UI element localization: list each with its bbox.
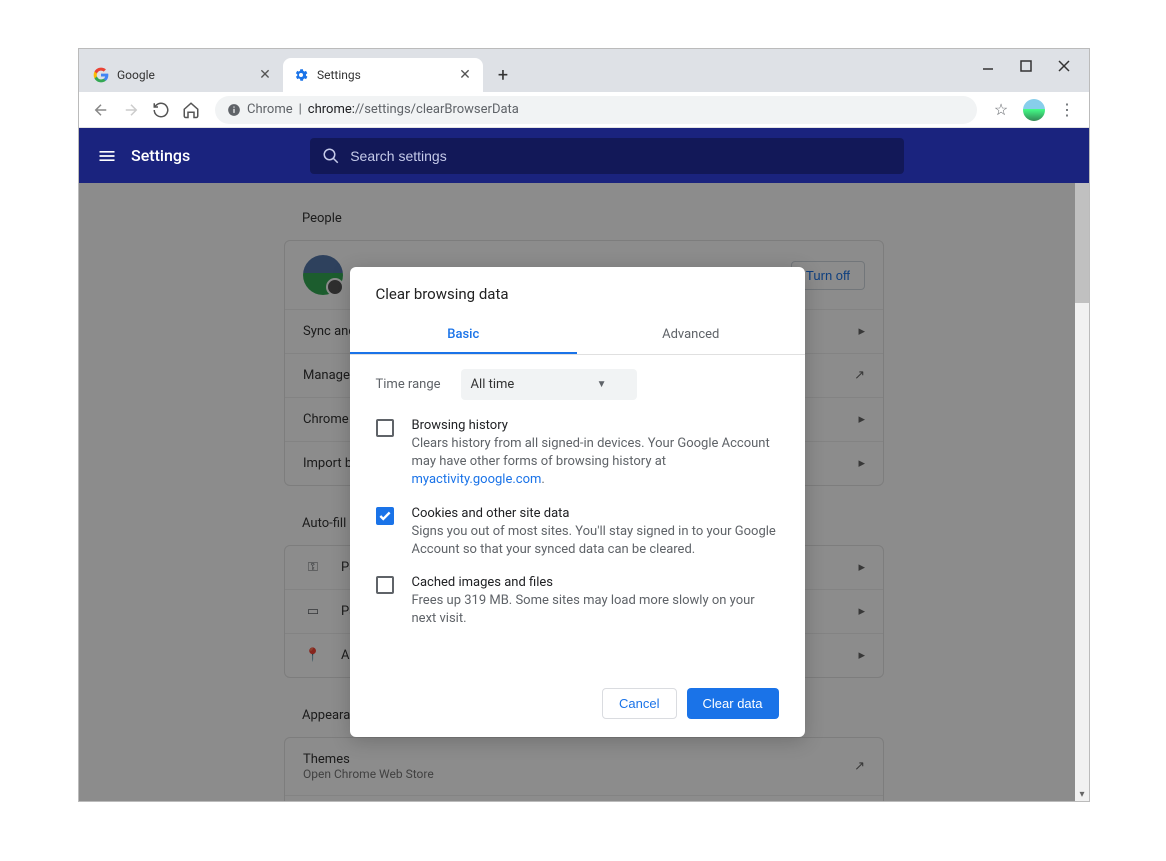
- search-settings[interactable]: [310, 138, 904, 174]
- option-cache[interactable]: Cached images and files Frees up 319 MB.…: [376, 575, 779, 628]
- myactivity-link[interactable]: myactivity.google.com: [412, 472, 542, 487]
- bookmark-button[interactable]: ☆: [989, 98, 1013, 122]
- dialog-actions: Cancel Clear data: [376, 688, 779, 719]
- clear-browsing-data-dialog: Clear browsing data Basic Advanced Time …: [350, 267, 805, 737]
- browser-window: Google ✕ Settings ✕ + Chrome | chrome://…: [78, 48, 1090, 802]
- time-range-row: Time range All time ▼: [376, 369, 779, 400]
- checkbox[interactable]: [376, 507, 394, 525]
- scroll-down-icon[interactable]: ▾: [1075, 787, 1089, 801]
- time-range-label: Time range: [376, 377, 441, 392]
- google-favicon-icon: [93, 67, 109, 83]
- option-title: Cached images and files: [412, 575, 779, 590]
- scrollbar[interactable]: ▾: [1075, 183, 1089, 801]
- url-scheme: Chrome: [247, 102, 293, 117]
- page-content: Settings People David Gwyer Turn off Syn…: [79, 128, 1089, 801]
- settings-header: Settings: [79, 128, 1089, 183]
- menu-icon[interactable]: [97, 146, 117, 166]
- menu-button[interactable]: ⋮: [1055, 98, 1079, 122]
- site-info-icon[interactable]: [227, 103, 241, 117]
- minimize-button[interactable]: [979, 57, 997, 75]
- back-button[interactable]: [89, 98, 113, 122]
- close-icon[interactable]: ✕: [257, 67, 273, 83]
- option-cookies[interactable]: Cookies and other site data Signs you ou…: [376, 506, 779, 559]
- modal-overlay: Clear browsing data Basic Advanced Time …: [79, 183, 1075, 801]
- cancel-button[interactable]: Cancel: [602, 688, 676, 719]
- new-tab-button[interactable]: +: [489, 61, 517, 89]
- gear-icon: [293, 67, 309, 83]
- close-icon[interactable]: ✕: [457, 67, 473, 83]
- clear-data-button[interactable]: Clear data: [687, 688, 779, 719]
- option-browsing-history[interactable]: Browsing history Clears history from all…: [376, 418, 779, 490]
- window-controls: [963, 49, 1089, 83]
- address-bar[interactable]: Chrome | chrome://settings/clearBrowserD…: [215, 96, 977, 124]
- close-window-button[interactable]: [1055, 57, 1073, 75]
- option-desc: Frees up 319 MB. Some sites may load mor…: [412, 592, 779, 628]
- option-title: Cookies and other site data: [412, 506, 779, 521]
- option-desc: Clears history from all signed-in device…: [412, 435, 779, 490]
- option-desc: Signs you out of most sites. You'll stay…: [412, 523, 779, 559]
- dialog-title: Clear browsing data: [376, 285, 779, 303]
- search-input[interactable]: [350, 148, 892, 164]
- search-icon: [322, 147, 340, 165]
- caret-down-icon: ▼: [597, 379, 607, 390]
- dialog-tabs: Basic Advanced: [350, 317, 805, 355]
- option-title: Browsing history: [412, 418, 779, 433]
- profile-avatar-button[interactable]: [1023, 99, 1045, 121]
- checkbox[interactable]: [376, 419, 394, 437]
- forward-button[interactable]: [119, 98, 143, 122]
- url-path: //settings/clearBrowserData: [355, 102, 519, 117]
- reload-button[interactable]: [149, 98, 173, 122]
- tab-title: Google: [117, 68, 155, 82]
- tab-title: Settings: [317, 68, 361, 82]
- tab-settings[interactable]: Settings ✕: [283, 58, 483, 92]
- home-button[interactable]: [179, 98, 203, 122]
- tab-strip: Google ✕ Settings ✕ +: [79, 49, 1089, 92]
- toolbar: Chrome | chrome://settings/clearBrowserD…: [79, 92, 1089, 128]
- page-title: Settings: [131, 146, 190, 165]
- tab-basic[interactable]: Basic: [350, 317, 578, 354]
- tab-advanced[interactable]: Advanced: [577, 317, 805, 354]
- time-range-select[interactable]: All time ▼: [461, 369, 637, 400]
- tab-google[interactable]: Google ✕: [83, 58, 283, 92]
- scroll-thumb[interactable]: [1075, 183, 1089, 303]
- maximize-button[interactable]: [1017, 57, 1035, 75]
- url-host: chrome:: [308, 102, 355, 117]
- checkbox[interactable]: [376, 576, 394, 594]
